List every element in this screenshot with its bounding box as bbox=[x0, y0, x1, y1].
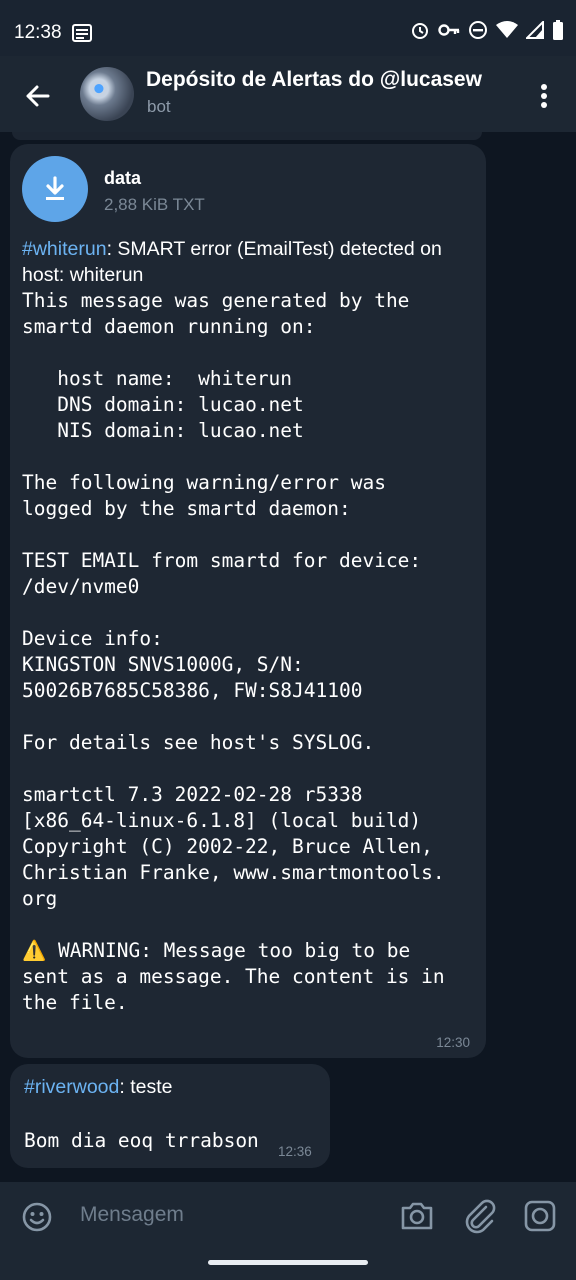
home-indicator[interactable] bbox=[208, 1260, 368, 1265]
message-input[interactable]: Mensagem bbox=[80, 1203, 184, 1227]
status-bar: 12:38 bbox=[0, 0, 576, 60]
message-body: This message was generated by the smartd… bbox=[22, 289, 445, 910]
warning-icon: ⚠️ bbox=[22, 939, 47, 962]
navigation-bar bbox=[0, 1250, 576, 1280]
avatar[interactable] bbox=[80, 67, 134, 121]
message-input-bar: Mensagem bbox=[0, 1182, 576, 1250]
file-name[interactable]: data bbox=[104, 168, 141, 189]
warning-line: ⚠️ WARNING: Message too big to be sent a… bbox=[22, 938, 482, 1016]
more-options-icon[interactable] bbox=[532, 76, 556, 116]
download-arrow-icon bbox=[46, 176, 64, 200]
message-text: #riverwood: teste bbox=[24, 1076, 173, 1099]
alarm-icon bbox=[412, 23, 428, 39]
chat-subtitle: bot bbox=[147, 97, 171, 116]
dnd-icon bbox=[469, 21, 487, 39]
message-body: Bom dia eoq trrabson bbox=[24, 1129, 259, 1152]
warning-text: WARNING: Message too big to be sent as a… bbox=[22, 939, 445, 1014]
download-icon[interactable] bbox=[22, 156, 88, 222]
message-text: #whiterun: SMART error (EmailTest) detec… bbox=[22, 236, 482, 1016]
wifi-icon bbox=[496, 21, 518, 38]
camera-icon[interactable] bbox=[398, 1198, 436, 1234]
status-time: 12:38 bbox=[14, 22, 62, 43]
message-bubble[interactable]: data 2,88 KiB TXT #whiterun: SMART error… bbox=[10, 144, 486, 1058]
battery-icon bbox=[553, 20, 563, 40]
attach-icon[interactable] bbox=[462, 1198, 498, 1234]
hashtag-link[interactable]: #riverwood bbox=[24, 1076, 119, 1098]
notes-icon bbox=[72, 24, 92, 42]
instant-camera-icon[interactable] bbox=[522, 1198, 558, 1234]
message-time: 12:30 bbox=[436, 1035, 470, 1050]
chat-header: Depósito de Alertas do @lucasew bot bbox=[0, 56, 576, 132]
emoji-icon[interactable] bbox=[20, 1200, 54, 1234]
signal-icon bbox=[526, 21, 544, 39]
hashtag-link[interactable]: #whiterun bbox=[22, 238, 107, 260]
previous-message-bubble bbox=[12, 132, 482, 140]
message-first-line: : teste bbox=[119, 1076, 173, 1098]
key-icon bbox=[438, 24, 460, 36]
chat-title[interactable]: Depósito de Alertas do @lucasew bbox=[146, 68, 482, 92]
back-arrow-icon[interactable] bbox=[18, 76, 58, 116]
file-meta: 2,88 KiB TXT bbox=[104, 195, 205, 214]
message-time: 12:36 bbox=[278, 1144, 312, 1159]
message-bubble[interactable]: #riverwood: teste Bom dia eoq trrabson 1… bbox=[10, 1064, 330, 1168]
